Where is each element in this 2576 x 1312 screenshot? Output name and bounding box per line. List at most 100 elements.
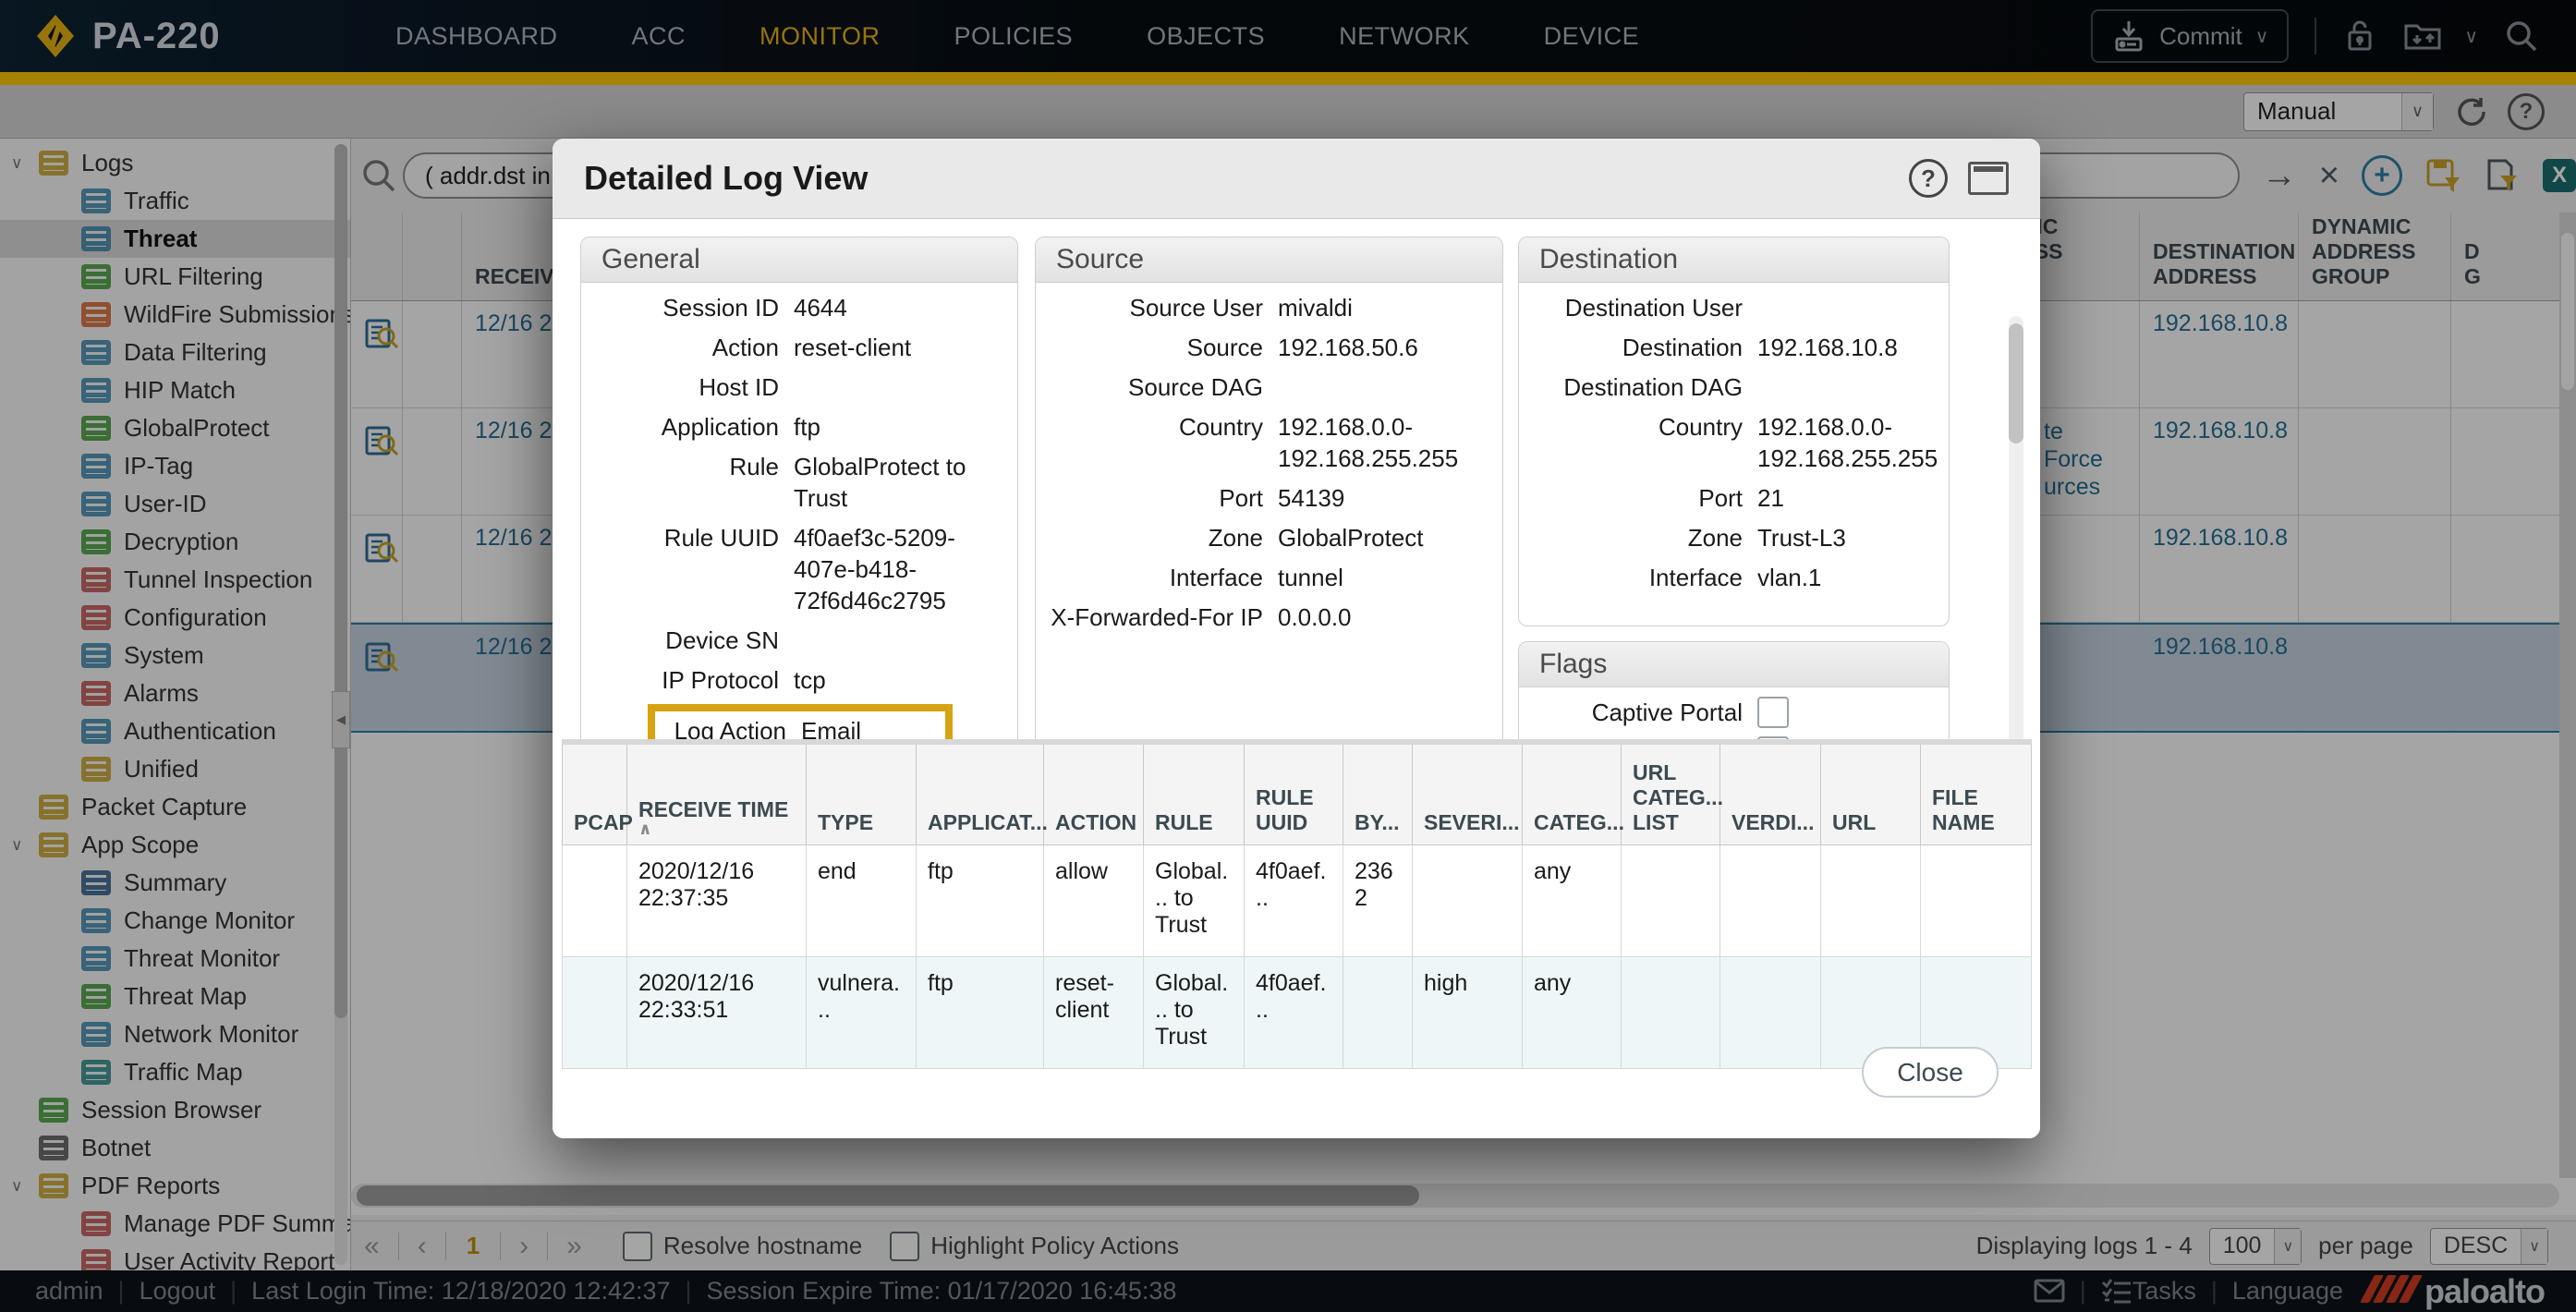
- general-field-row: IP Protocol tcp: [596, 664, 1002, 696]
- destination-field-row: Port 21: [1534, 482, 1934, 514]
- field-value: ftp: [794, 413, 820, 441]
- general-field-row: Action reset-client: [596, 332, 1002, 363]
- field-value: 4644: [794, 294, 847, 322]
- field-value: GlobalProtect to Trust: [794, 453, 966, 512]
- close-button[interactable]: Close: [1862, 1047, 1999, 1098]
- source-field-row: Zone GlobalProtect: [1051, 522, 1488, 553]
- flag-checkbox[interactable]: [1757, 697, 1789, 728]
- modal-help-icon[interactable]: ?: [1909, 159, 1948, 198]
- col-rule[interactable]: RULE: [1143, 742, 1245, 845]
- detailed-log-view-modal: Detailed Log View ? General Session ID 4…: [553, 139, 2040, 1138]
- general-field-row: Rule GlobalProtect to Trust: [596, 451, 1002, 514]
- flags-panel-title: Flags: [1519, 642, 1949, 687]
- field-label: Zone: [1208, 524, 1263, 552]
- field-value: Email Forwarding: [801, 717, 862, 739]
- sort-asc-icon: ∧: [638, 820, 652, 838]
- field-label: Rule UUID: [663, 524, 779, 552]
- col-receive-time[interactable]: RECEIVE TIME ∧: [626, 742, 807, 845]
- destination-panel: Destination Destination User Destination…: [1518, 237, 1950, 626]
- source-panel: Source Source User mivaldi Source 192.16…: [1035, 237, 1503, 739]
- field-label: Zone: [1687, 524, 1743, 552]
- field-label: Session ID: [662, 294, 779, 322]
- scrollbar-thumb[interactable]: [2009, 323, 2023, 443]
- field-value: 192.168.50.6: [1278, 334, 1418, 361]
- col-category[interactable]: CATEG...: [1522, 742, 1624, 845]
- related-logs-table: PCAP RECEIVE TIME ∧ TYPE APPLICAT... ACTI…: [562, 739, 2032, 1069]
- source-field-row: Port 54139: [1051, 482, 1488, 514]
- col-application[interactable]: APPLICAT...: [916, 742, 1048, 845]
- pa-220-web-ui: PA-220 DASHBOARD ACC MONITOR POLICIES OB…: [0, 0, 2576, 1312]
- col-bytes[interactable]: BY...: [1343, 742, 1413, 845]
- source-field-row: Source DAG: [1051, 371, 1488, 403]
- related-log-row[interactable]: 2020/12/16 22:37:35 end ftp allow Global..…: [562, 844, 2032, 957]
- flag-label: Captive Portal: [1591, 699, 1743, 726]
- modal-body: General Session ID 4644 Action reset-cli…: [553, 218, 2040, 739]
- field-label: Source User: [1129, 294, 1264, 322]
- field-value: 192.168.10.8: [1757, 334, 1898, 361]
- field-value: tcp: [794, 666, 826, 694]
- source-field-row: Source 192.168.50.6: [1051, 332, 1488, 363]
- col-url-category-list[interactable]: URL CATEG... LIST: [1621, 742, 1723, 845]
- related-logs-header-row: PCAP RECEIVE TIME ∧ TYPE APPLICAT... ACTI…: [562, 742, 2032, 845]
- general-panel: General Session ID 4644 Action reset-cli…: [580, 237, 1018, 739]
- field-label: Destination: [1622, 334, 1743, 361]
- field-value: 54139: [1278, 484, 1345, 512]
- field-value: [1757, 292, 1934, 323]
- source-field-row: Interface tunnel: [1051, 562, 1488, 593]
- modal-maximize-icon[interactable]: [1968, 162, 2009, 195]
- general-field-row: Rule UUID 4f0aef3c-5209-407e-b418-72f6d4…: [596, 522, 1002, 616]
- field-label: Device SN: [665, 626, 779, 654]
- col-url[interactable]: URL: [1820, 742, 1921, 845]
- field-value: [794, 371, 1002, 403]
- field-label: Source: [1186, 334, 1263, 361]
- col-pcap[interactable]: PCAP: [562, 742, 633, 845]
- col-severity[interactable]: SEVERI...: [1412, 742, 1523, 845]
- field-value: [1278, 371, 1488, 403]
- general-field-row: Host ID: [596, 371, 1002, 403]
- related-logs-section: PCAP RECEIVE TIME ∧ TYPE APPLICAT... ACTI…: [553, 739, 2040, 1138]
- field-label: Host ID: [699, 373, 779, 401]
- general-field-row: Application ftp: [596, 411, 1002, 443]
- source-field-row: Source User mivaldi: [1051, 292, 1488, 323]
- col-rule-uuid[interactable]: RULE UUID: [1244, 742, 1343, 845]
- destination-field-row: Interface vlan.1: [1534, 562, 1934, 593]
- field-label: Source DAG: [1128, 373, 1263, 401]
- field-value: 4f0aef3c-5209-407e-b418-72f6d46c2795: [794, 524, 955, 614]
- destination-field-row: Destination User: [1534, 292, 1934, 323]
- destination-field-row: Zone Trust-L3: [1534, 522, 1934, 553]
- col-action[interactable]: ACTION: [1043, 742, 1144, 845]
- field-label: Interface: [1648, 564, 1743, 591]
- field-value: 21: [1757, 484, 1784, 512]
- field-label: Rule: [729, 453, 779, 480]
- field-label: IP Protocol: [662, 666, 779, 694]
- flag-row: Captive Portal: [1534, 697, 1934, 728]
- destination-panel-title: Destination: [1519, 237, 1949, 283]
- field-value: Trust-L3: [1757, 524, 1846, 552]
- field-value: tunnel: [1278, 564, 1343, 591]
- field-value: vlan.1: [1757, 564, 1822, 591]
- field-value: 192.168.0.0-192.168.255.255: [1278, 413, 1459, 472]
- field-label: Application: [661, 413, 779, 441]
- destination-field-row: Destination DAG: [1534, 371, 1934, 403]
- col-file-name[interactable]: FILE NAME: [1920, 742, 2032, 845]
- field-label: Country: [1658, 413, 1743, 441]
- field-value: 0.0.0.0: [1278, 603, 1352, 631]
- col-verdict[interactable]: VERDI...: [1719, 742, 1821, 845]
- field-value: 192.168.0.0-192.168.255.255: [1757, 413, 1938, 472]
- modal-title: Detailed Log View: [584, 159, 869, 197]
- modal-header: Detailed Log View ?: [553, 139, 2040, 219]
- field-value: GlobalProtect: [1278, 524, 1424, 552]
- field-value: [794, 625, 1002, 656]
- source-field-row: Country 192.168.0.0-192.168.255.255: [1051, 411, 1488, 474]
- destination-field-row: Country 192.168.0.0-192.168.255.255: [1534, 411, 1938, 474]
- modal-scrollbar[interactable]: [2009, 316, 2023, 739]
- field-label: Port: [1698, 484, 1743, 512]
- general-field-row: Session ID 4644: [596, 292, 1002, 323]
- field-label: Log Action: [674, 717, 786, 739]
- field-value: [1757, 371, 1934, 403]
- field-label: X-Forwarded-For IP: [1051, 603, 1263, 631]
- related-log-row[interactable]: 2020/12/16 22:33:51 vulnera... ftp reset-…: [562, 956, 2032, 1069]
- source-field-row: X-Forwarded-For IP 0.0.0.0: [1051, 601, 1488, 633]
- col-type[interactable]: TYPE: [806, 742, 917, 845]
- field-value: mivaldi: [1278, 294, 1353, 322]
